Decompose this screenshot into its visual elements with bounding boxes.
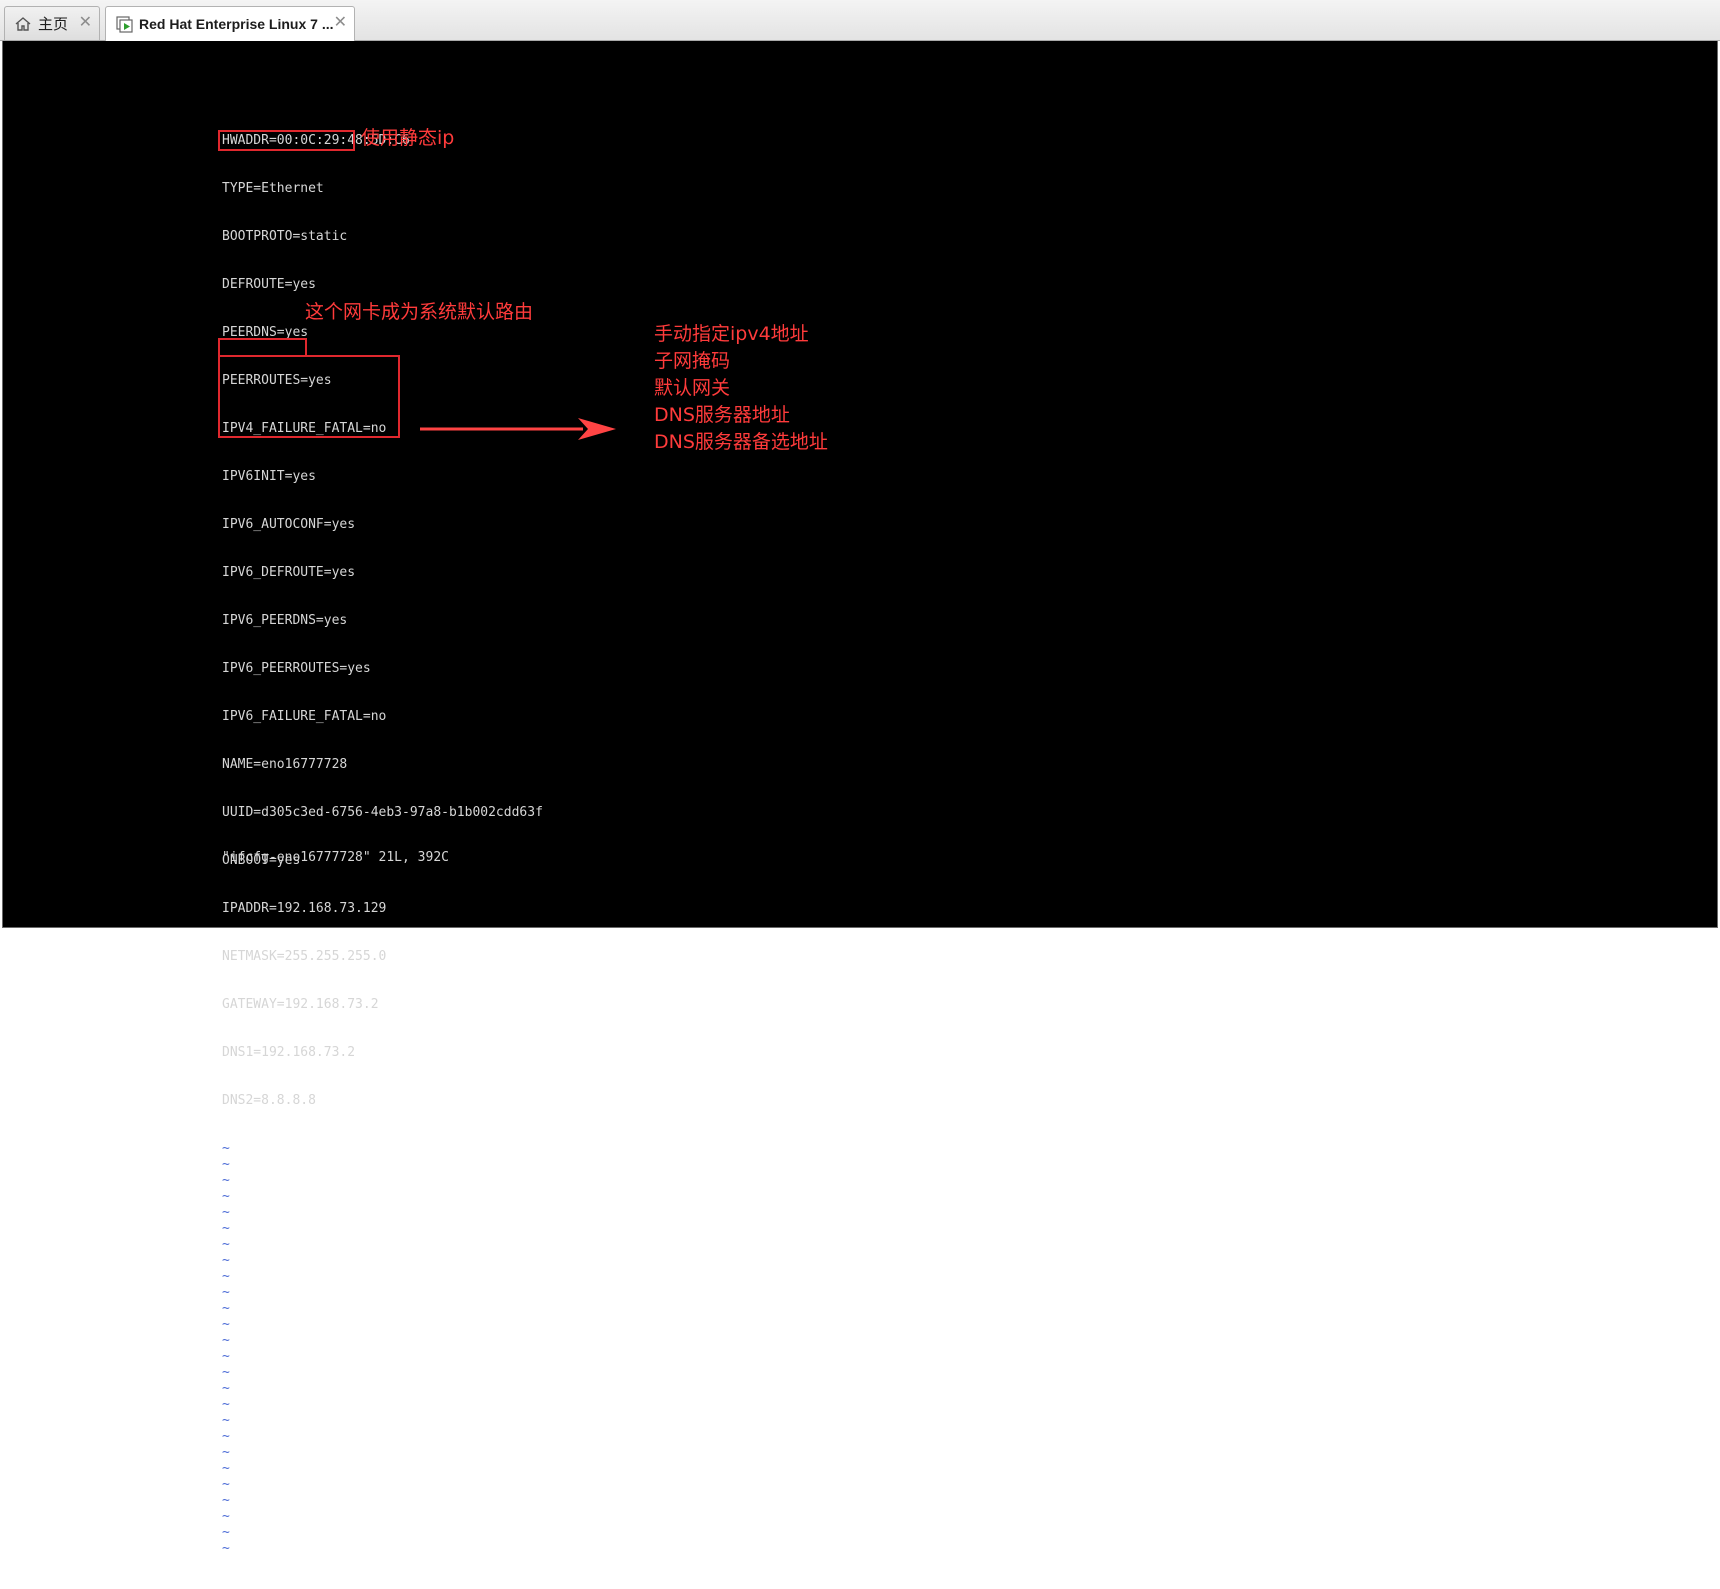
bootproto-highlight-box [218, 130, 355, 151]
tab-bar: 主页 ✕ Red Hat Enterprise Linux 7 ... ✕ [0, 0, 1720, 41]
close-icon[interactable]: ✕ [334, 14, 347, 32]
vm-console[interactable]: HWADDR=00:0C:29:48:5D:C6 TYPE=Ethernet B… [2, 41, 1718, 1556]
tilde-marker: ~ [222, 1413, 230, 1428]
arrow-icon [420, 418, 616, 440]
tilde-marker: ~ [222, 1429, 230, 1444]
tilde-marker: ~ [222, 1445, 230, 1460]
tilde-marker: ~ [222, 1285, 230, 1300]
vm-play-icon [115, 15, 133, 33]
tilde-marker: ~ [222, 1301, 230, 1316]
file-line: IPV6_DEFROUTE=yes [222, 565, 356, 580]
ip-settings-highlight-box [218, 355, 400, 438]
file-line: BOOTPROTO=static [222, 229, 348, 244]
tilde-marker: ~ [222, 1397, 230, 1412]
vim-status-line: "ifcfg-eno16777728" 21L, 392C [222, 850, 449, 865]
tab-label: Red Hat Enterprise Linux 7 ... [139, 16, 334, 32]
tab-home[interactable]: 主页 ✕ [4, 6, 100, 40]
tilde-marker: ~ [222, 1381, 230, 1396]
tilde-marker: ~ [222, 1157, 230, 1172]
file-line: IPV6_PEERDNS=yes [222, 613, 348, 628]
empty-line-markers: ~ ~ ~ ~ ~ ~ ~ ~ ~ ~ ~ ~ ~ ~ ~ ~ ~ ~ ~ ~ ~ ~ ~ ~ ~ ~ [222, 1141, 543, 1557]
tilde-marker: ~ [222, 1253, 230, 1268]
tilde-marker: ~ [222, 1173, 230, 1188]
dns2-note: DNS服务器备选地址 [654, 431, 828, 453]
file-line: DEFROUTE=yes [222, 277, 316, 292]
netmask-note: 子网掩码 [654, 350, 731, 372]
tilde-marker: ~ [222, 1541, 230, 1556]
close-icon[interactable]: ✕ [79, 14, 92, 32]
file-line: TYPE=Ethernet [222, 181, 324, 196]
ipaddr-note: 手动指定ipv4地址 [654, 323, 809, 345]
bootproto-note: 使用静态ip [361, 127, 455, 149]
file-line: IPADDR=192.168.73.129 [222, 901, 387, 916]
tilde-marker: ~ [222, 1349, 230, 1364]
tab-label: 主页 [38, 16, 69, 33]
file-line: DNS2=8.8.8.8 [222, 1093, 316, 1108]
file-line: GATEWAY=192.168.73.2 [222, 997, 379, 1012]
dns1-note: DNS服务器地址 [654, 404, 790, 426]
tilde-marker: ~ [222, 1189, 230, 1204]
tilde-marker: ~ [222, 1333, 230, 1348]
file-line: IPV6_PEERROUTES=yes [222, 661, 371, 676]
file-line: DNS1=192.168.73.2 [222, 1045, 356, 1060]
tilde-marker: ~ [222, 1365, 230, 1380]
tilde-marker: ~ [222, 1269, 230, 1284]
file-line: IPV6_AUTOCONF=yes [222, 517, 356, 532]
tilde-marker: ~ [222, 1205, 230, 1220]
file-line: IPV6_FAILURE_FATAL=no [222, 709, 387, 724]
tilde-marker: ~ [222, 1237, 230, 1252]
tilde-marker: ~ [222, 1221, 230, 1236]
file-line: NETMASK=255.255.255.0 [222, 949, 387, 964]
home-icon [14, 15, 32, 33]
file-line: IPV6INIT=yes [222, 469, 316, 484]
tilde-marker: ~ [222, 1317, 230, 1332]
gateway-note: 默认网关 [654, 377, 731, 399]
tilde-marker: ~ [222, 1509, 230, 1524]
tilde-marker: ~ [222, 1461, 230, 1476]
tilde-marker: ~ [222, 1477, 230, 1492]
onboot-note: 这个网卡成为系统默认路由 [305, 301, 534, 323]
tilde-marker: ~ [222, 1493, 230, 1508]
tilde-marker: ~ [222, 1525, 230, 1540]
file-line: NAME=eno16777728 [222, 757, 348, 772]
tab-vm[interactable]: Red Hat Enterprise Linux 7 ... ✕ [105, 6, 355, 41]
tilde-marker: ~ [222, 1141, 230, 1156]
file-line: UUID=d305c3ed-6756-4eb3-97a8-b1b002cdd63… [222, 805, 543, 820]
